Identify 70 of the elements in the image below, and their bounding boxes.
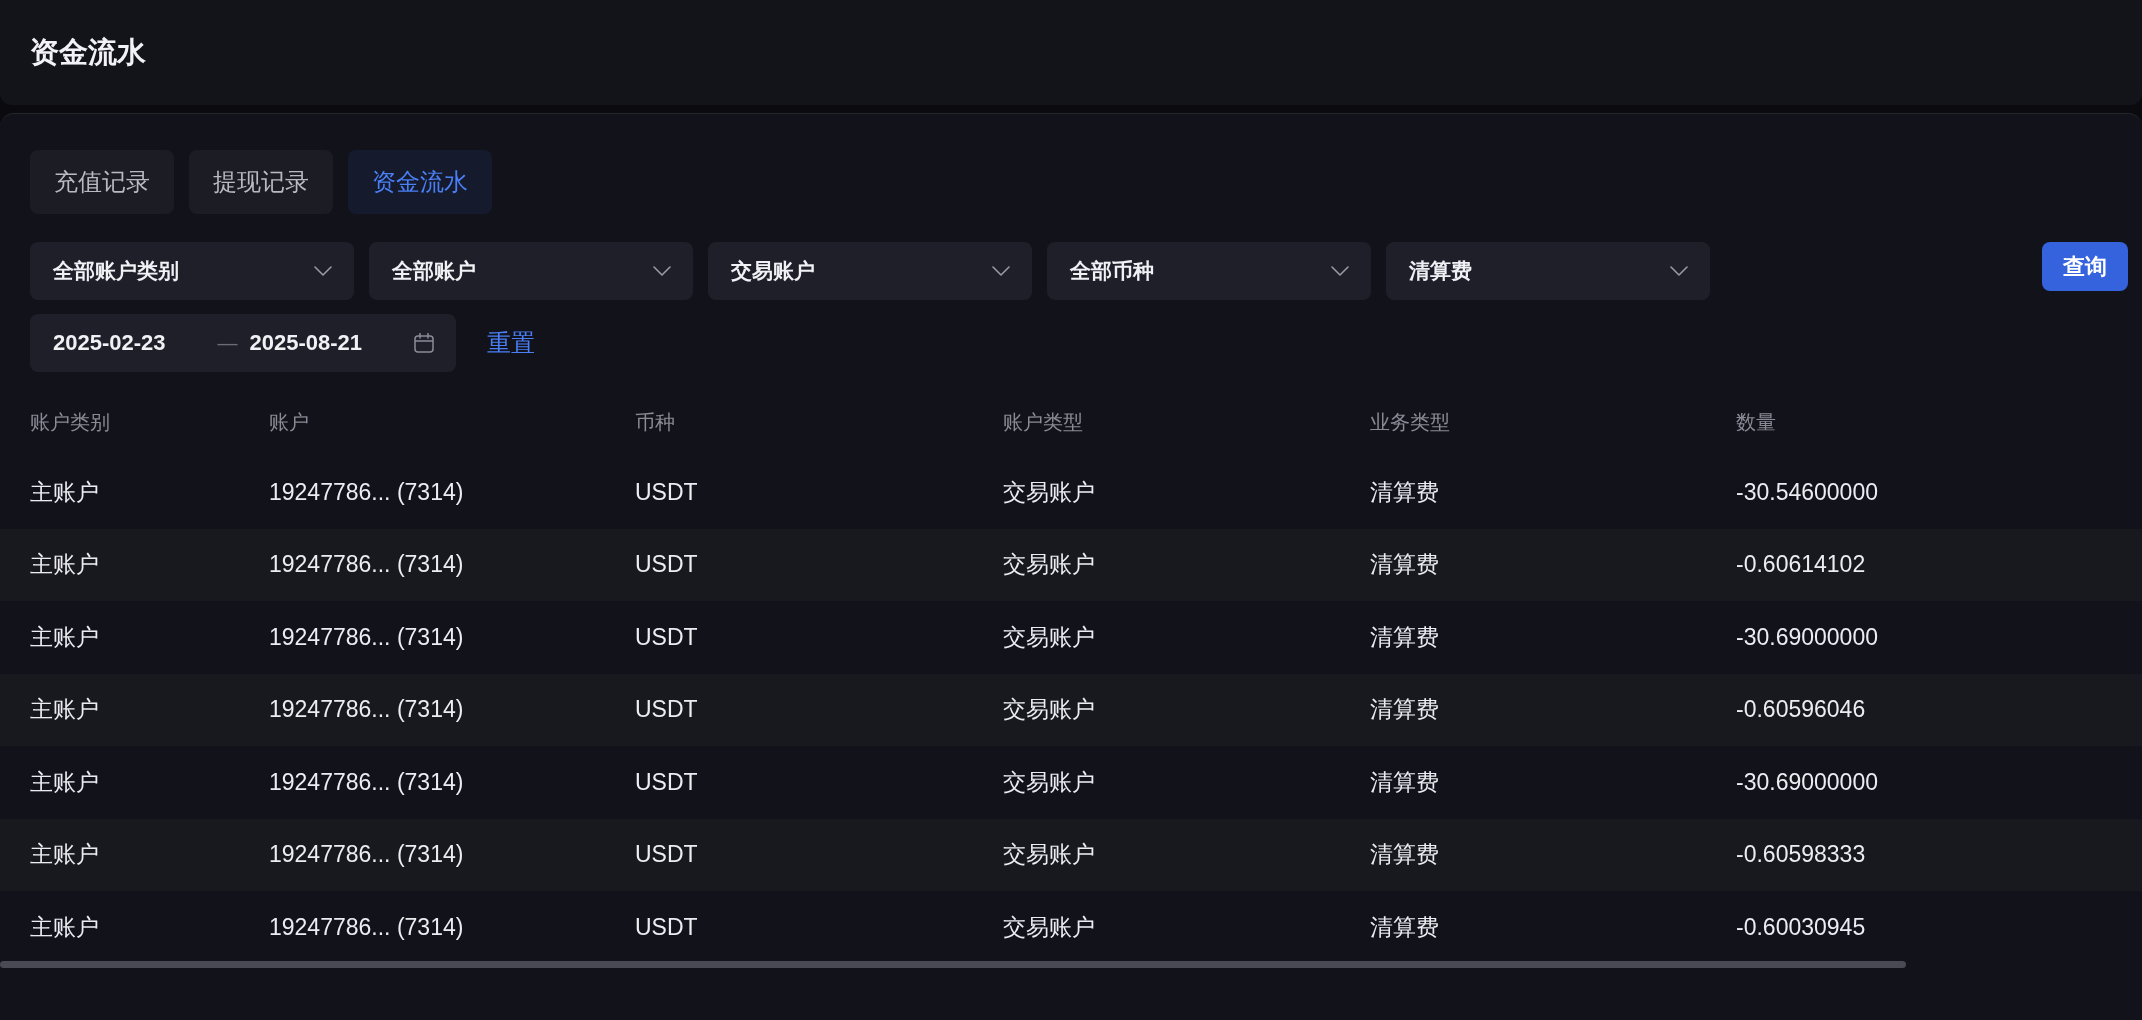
column-header: 业务类型	[1370, 409, 1451, 435]
table-cell-text: 清算费	[1370, 622, 1440, 652]
table-cell-text: 19247786... (7314)	[269, 551, 465, 579]
column-header: 币种	[635, 409, 676, 435]
table-cell-text: 19247786... (7314)	[269, 841, 465, 869]
table-cell-text: 清算费	[1370, 550, 1440, 580]
chevron-down-icon	[1670, 266, 1688, 276]
table-cell-text: 交易账户	[1003, 840, 1096, 870]
table-cell-text: 主账户	[30, 550, 100, 580]
table-cell-text: 清算费	[1370, 840, 1440, 870]
end-date[interactable]: 2025-08-21	[249, 330, 363, 356]
table-cell-text: 交易账户	[1003, 912, 1096, 942]
reset-link[interactable]: 重置	[487, 327, 535, 359]
table-cell-text: 主账户	[30, 912, 100, 942]
filter-dropdown[interactable]: 全部币种	[1047, 242, 1371, 300]
chevron-down-icon	[1331, 266, 1349, 276]
tab[interactable]: 资金流水	[348, 150, 492, 214]
table-cell-text: 19247786... (7314)	[269, 696, 465, 724]
tab[interactable]: 充值记录	[30, 150, 174, 214]
table-cell-text: 交易账户	[1003, 695, 1096, 725]
table-cell-text: -30.69000000	[1736, 623, 1879, 651]
table-cell-text: 清算费	[1370, 767, 1440, 797]
chevron-down-icon	[653, 266, 671, 276]
table-cell-text: USDT	[635, 551, 699, 579]
table-cell-text: 主账户	[30, 840, 100, 870]
filter-dropdown[interactable]: 清算费	[1386, 242, 1710, 300]
table-cell-text: 19247786... (7314)	[269, 768, 465, 796]
table-cell-text: 清算费	[1370, 477, 1440, 507]
table-cell-text: 19247786... (7314)	[269, 478, 465, 506]
table-cell-text: 主账户	[30, 477, 100, 507]
date-separator: —	[217, 331, 238, 355]
column-header: 数量	[1736, 409, 1777, 435]
table-cell-text: -0.60030945	[1736, 913, 1867, 941]
filter-dropdown[interactable]: 全部账户	[369, 242, 693, 300]
date-range-picker[interactable]: 2025-02-23 — 2025-08-21	[30, 314, 456, 372]
table-cell-text: 19247786... (7314)	[269, 913, 465, 941]
chevron-down-icon	[314, 266, 332, 276]
table-cell-text: USDT	[635, 913, 699, 941]
column-header: 账户类别	[30, 409, 111, 435]
table-cell-text: 主账户	[30, 622, 100, 652]
filter-dropdown[interactable]: 全部账户类别	[30, 242, 354, 300]
table-cell-text: -0.60596046	[1736, 696, 1867, 724]
table-cell-text: USDT	[635, 623, 699, 651]
table-cell-text: USDT	[635, 478, 699, 506]
table-cell-text: 交易账户	[1003, 622, 1096, 652]
table-cell-text: -0.60598333	[1736, 841, 1867, 869]
calendar-icon	[414, 333, 434, 353]
table-cell-text: USDT	[635, 841, 699, 869]
filter-dropdown[interactable]: 交易账户	[708, 242, 1032, 300]
table-cell-text: -0.60614102	[1736, 551, 1867, 579]
tab[interactable]: 提现记录	[189, 150, 333, 214]
table-cell-text: -30.54600000	[1736, 478, 1879, 506]
table-cell-text: USDT	[635, 696, 699, 724]
start-date[interactable]: 2025-02-23	[53, 330, 166, 356]
table-cell-text: USDT	[635, 768, 699, 796]
page-title: 资金流水	[30, 34, 146, 70]
table-cell-text: 清算费	[1370, 695, 1440, 725]
table-cell-text: 19247786... (7314)	[269, 623, 465, 651]
table-cell-text: 清算费	[1370, 912, 1440, 942]
table-cell-text: 交易账户	[1003, 477, 1096, 507]
column-header: 账户	[269, 409, 310, 435]
chevron-down-icon	[992, 266, 1010, 276]
scrollbar-thumb[interactable]	[0, 960, 1906, 968]
column-header: 账户类型	[1003, 409, 1084, 435]
table-cell-text: 交易账户	[1003, 550, 1096, 580]
query-button[interactable]: 查询	[2042, 242, 2128, 291]
table-cell-text: 交易账户	[1003, 767, 1096, 797]
table-cell-text: 主账户	[30, 695, 100, 725]
table-cell-text: 主账户	[30, 767, 100, 797]
table-cell-text: -30.69000000	[1736, 768, 1879, 796]
